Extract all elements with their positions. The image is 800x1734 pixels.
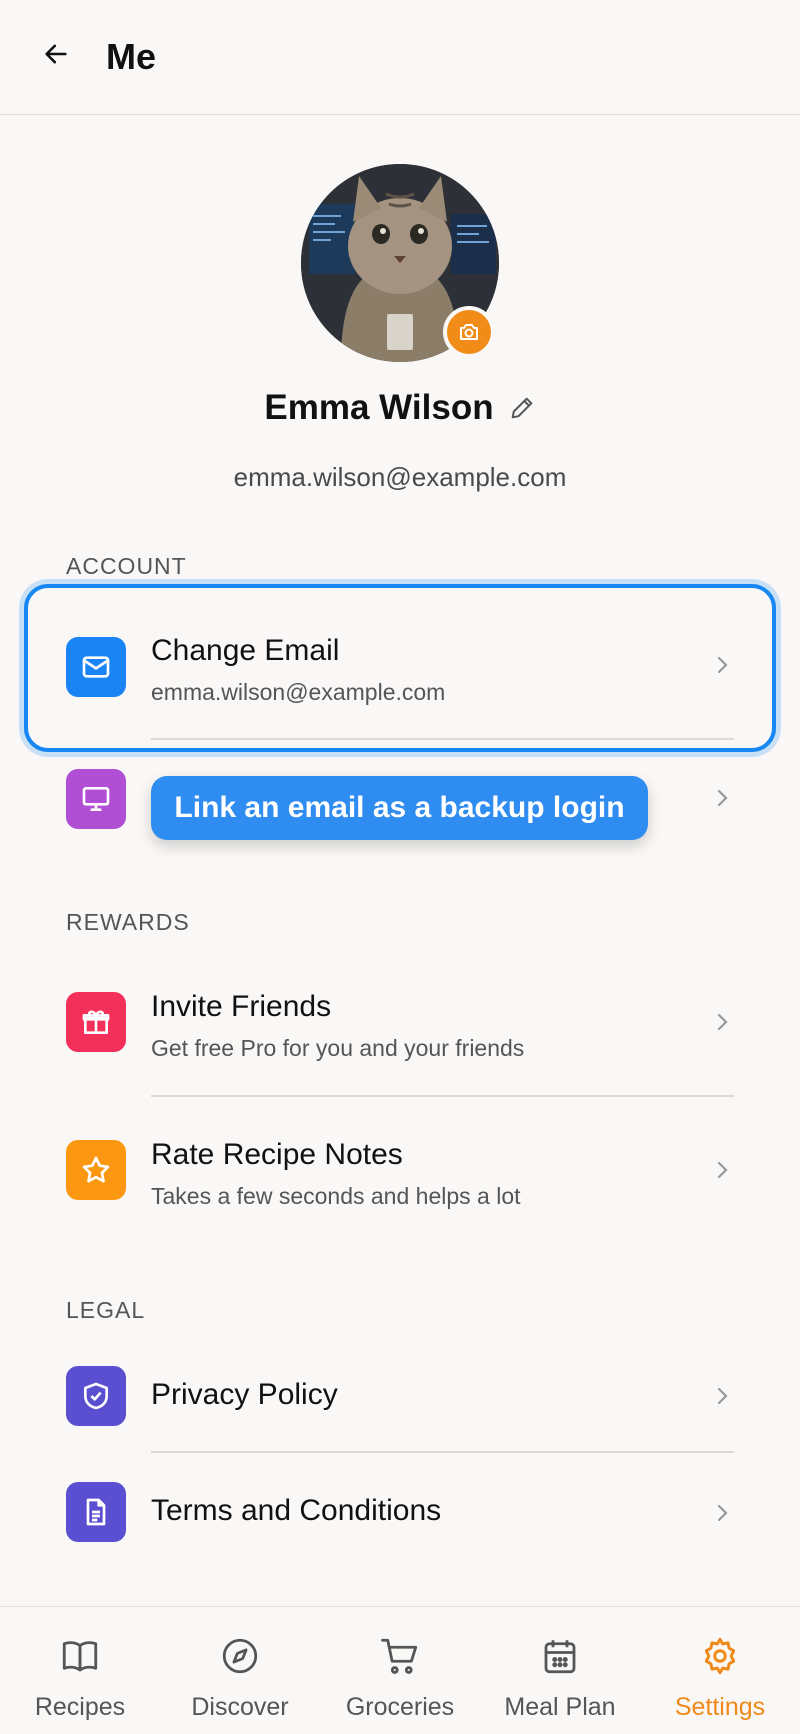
book-icon <box>0 1635 160 1677</box>
profile-name-row: Emma Wilson <box>0 388 800 428</box>
rate-app-title: Rate Recipe Notes <box>151 1138 403 1171</box>
shield-check-icon <box>84 1382 108 1410</box>
tab-discover[interactable]: Discover <box>160 1607 320 1734</box>
back-button[interactable] <box>36 34 76 74</box>
chevron-right-icon <box>710 786 734 810</box>
privacy-policy-row[interactable]: Privacy Policy <box>26 1340 774 1452</box>
calendar-icon <box>480 1635 640 1677</box>
document-icon-box <box>66 1482 126 1542</box>
edit-name-button[interactable] <box>508 394 536 422</box>
tab-label: Settings <box>674 1693 766 1721</box>
arrow-left-icon <box>45 44 67 64</box>
rate-app-row[interactable]: Rate Recipe Notes Takes a few seconds an… <box>26 1097 774 1245</box>
change-photo-button[interactable] <box>443 306 495 358</box>
tab-label: Recipes <box>34 1693 126 1721</box>
focus-highlight <box>24 584 776 752</box>
tab-recipes[interactable]: Recipes <box>0 1607 160 1734</box>
tab-meal-plan[interactable]: Meal Plan <box>480 1607 640 1734</box>
document-icon <box>86 1498 106 1526</box>
bottom-tab-bar: Recipes Discover Groceries Meal Plan Set… <box>0 1606 800 1734</box>
star-icon-box <box>66 1140 126 1200</box>
tab-settings[interactable]: Settings <box>640 1607 800 1734</box>
star-icon <box>82 1156 110 1183</box>
gear-icon <box>640 1635 800 1677</box>
section-label-rewards: REWARDS <box>66 909 190 935</box>
tab-groceries[interactable]: Groceries <box>320 1607 480 1734</box>
tab-label: Meal Plan <box>504 1693 616 1721</box>
invite-friends-title: Invite Friends <box>151 990 332 1023</box>
top-bar: Me <box>0 0 800 115</box>
page-title: Me <box>106 36 157 77</box>
monitor-icon <box>82 787 110 811</box>
chevron-right-icon <box>710 1010 734 1034</box>
compass-icon <box>160 1635 320 1677</box>
divider <box>151 1451 734 1453</box>
chevron-right-icon <box>710 1158 734 1182</box>
profile-email: emma.wilson@example.com <box>233 462 567 492</box>
rate-app-subtitle: Takes a few seconds and helps a lot <box>151 1183 521 1209</box>
section-label-legal: LEGAL <box>66 1297 146 1323</box>
invite-friends-subtitle: Get free Pro for you and your friends <box>151 1035 525 1061</box>
privacy-policy-title: Privacy Policy <box>151 1378 338 1411</box>
shield-icon-box <box>66 1366 126 1426</box>
chevron-right-icon <box>710 1501 734 1525</box>
pencil-icon <box>511 397 532 419</box>
chevron-right-icon <box>710 1384 734 1408</box>
monitor-icon-box <box>66 769 126 829</box>
section-label-account: ACCOUNT <box>66 553 187 579</box>
tab-label: Groceries <box>345 1693 455 1721</box>
profile-avatar-area <box>301 164 499 362</box>
camera-icon <box>460 324 478 340</box>
tooltip: Link an email as a backup login <box>151 776 648 840</box>
profile-name: Emma Wilson <box>264 388 494 427</box>
gift-icon <box>82 1010 110 1034</box>
terms-title: Terms and Conditions <box>151 1494 442 1527</box>
tab-label: Discover <box>191 1693 289 1721</box>
gift-icon-box <box>66 992 126 1052</box>
invite-friends-row[interactable]: Invite Friends Get free Pro for you and … <box>26 950 774 1095</box>
cart-icon <box>320 1635 480 1677</box>
terms-row[interactable]: Terms and Conditions <box>26 1454 774 1568</box>
